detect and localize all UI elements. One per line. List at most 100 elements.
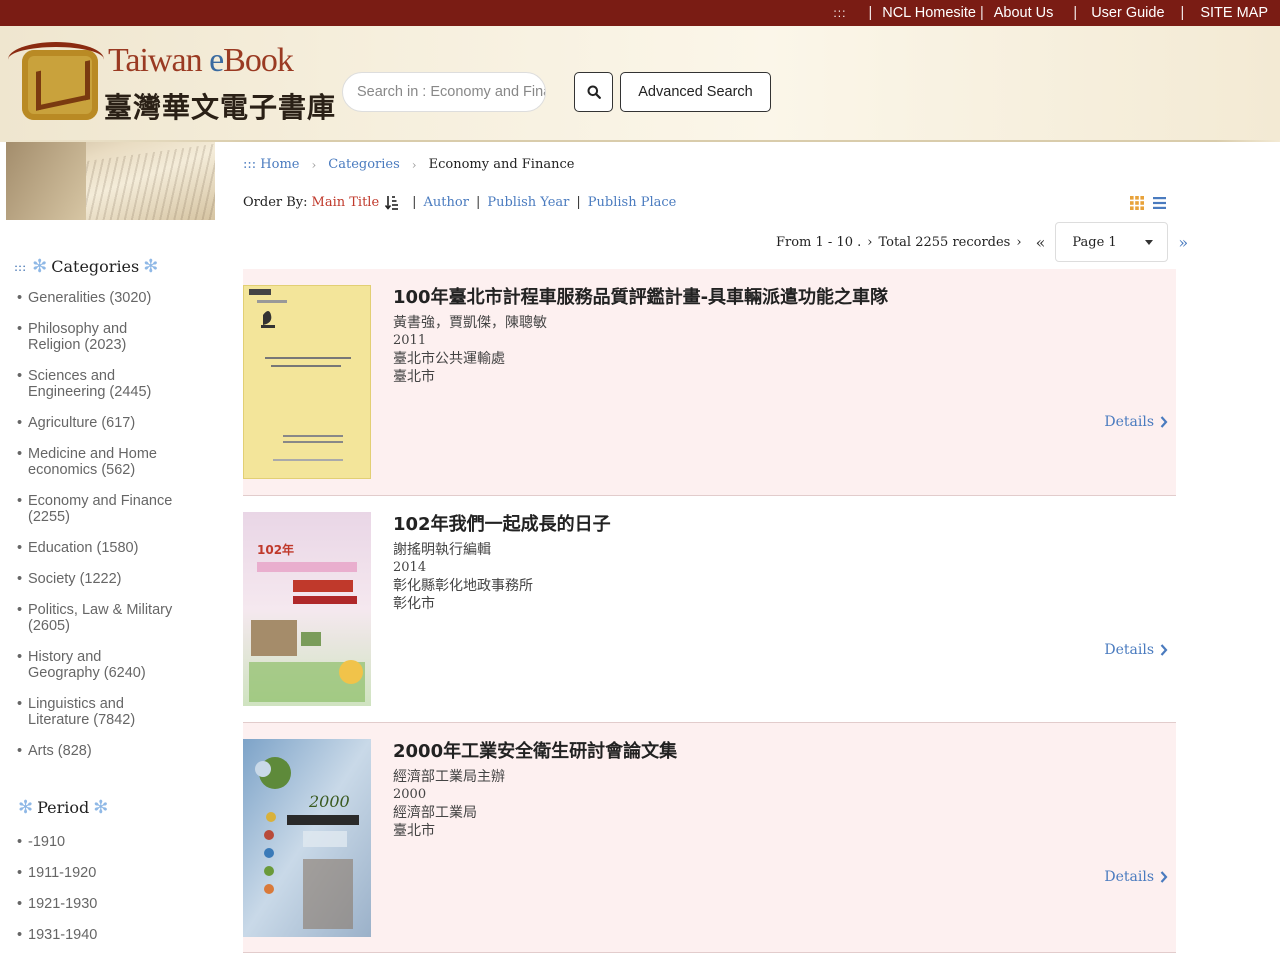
result-publisher: 臺北市公共運輸處 <box>393 351 505 367</box>
bullet-icon: • <box>17 493 23 509</box>
details-link[interactable]: Details <box>1104 642 1168 658</box>
list-view-icon[interactable] <box>1153 196 1166 210</box>
separator: | <box>475 195 481 210</box>
period-heading: ✻ Period ✻ <box>14 797 112 818</box>
period-title: Period <box>37 798 90 817</box>
bullet-icon: • <box>17 743 23 759</box>
result-title[interactable]: 2000年工業安全衛生研討會論文集 <box>393 737 677 763</box>
book-cover-image[interactable]: 102年 <box>243 512 371 706</box>
details-link[interactable]: Details <box>1104 414 1168 430</box>
result-author: 經濟部工業局主辦 <box>393 769 505 785</box>
result-item: 2000 2000年工業安全衛生研討會論文集 經濟部工業局主辦 2000 經濟部… <box>243 723 1176 953</box>
breadcrumb-categories[interactable]: Categories <box>328 157 400 172</box>
sort-main-title[interactable]: Main Title <box>312 195 380 210</box>
category-item[interactable]: • History and Geography (6240) <box>17 649 217 681</box>
snowflake-icon: ✻ <box>18 797 34 818</box>
period-item[interactable]: • 1931-1940 <box>17 927 217 943</box>
bullet-icon: • <box>17 696 23 712</box>
result-place: 臺北市 <box>393 369 435 385</box>
period-item[interactable]: • 1911-1920 <box>17 865 217 881</box>
svg-text:102年: 102年 <box>257 542 294 557</box>
categories-heading: ::: ✻ Categories ✻ <box>14 256 162 277</box>
chevron-right-icon <box>1160 416 1168 428</box>
book-cover-image[interactable] <box>242 284 372 480</box>
double-chevron-left-icon[interactable]: « <box>1036 233 1046 252</box>
bullet-icon: • <box>17 927 23 943</box>
category-item[interactable]: • Education (1580) <box>17 540 217 556</box>
result-author: 黃書強，賈凱傑，陳聰敏 <box>393 315 547 331</box>
sort-publish-year[interactable]: Publish Year <box>487 195 569 210</box>
book-cover-image[interactable]: 2000 <box>243 739 371 937</box>
breadcrumb-home[interactable]: ::: Home <box>243 157 299 172</box>
chevron-right-icon: › <box>411 157 417 172</box>
result-year: 2014 <box>393 560 427 575</box>
user-guide-link[interactable]: User Guide <box>1091 5 1164 21</box>
result-year: 2000 <box>393 787 427 802</box>
bullet-icon: • <box>17 649 23 665</box>
view-toggle <box>1130 196 1166 210</box>
breadcrumb: ::: Home › Categories › Economy and Fina… <box>243 157 574 172</box>
sort-ascending-icon[interactable] <box>385 195 399 210</box>
category-item[interactable]: • Agriculture (617) <box>17 415 217 431</box>
result-place: 臺北市 <box>393 823 435 839</box>
bullet-icon: • <box>17 571 23 587</box>
svg-text:2000: 2000 <box>308 792 350 811</box>
site-map-link[interactable]: SITE MAP <box>1200 5 1268 21</box>
category-item[interactable]: • Politics, Law & Military (2605) <box>17 602 217 634</box>
advanced-search-button[interactable]: Advanced Search <box>620 72 771 112</box>
category-item[interactable]: • Arts (828) <box>17 743 217 759</box>
ncl-homesite-link[interactable]: NCL Homesite <box>882 5 976 21</box>
result-meta: 謝搖明執行編輯 2014 彰化縣彰化地政事務所 彰化市 <box>393 541 533 613</box>
result-meta: 黃書強，賈凱傑，陳聰敏 2011 臺北市公共運輸處 臺北市 <box>393 314 547 386</box>
bullet-icon: • <box>17 415 23 431</box>
chevron-right-icon: › <box>311 157 317 172</box>
search-input[interactable]: Search in : Economy and Finance <box>342 72 546 112</box>
search-button[interactable] <box>574 72 613 112</box>
bullet-icon: • <box>17 446 23 462</box>
snowflake-icon: ✻ <box>32 256 48 277</box>
result-title[interactable]: 102年我們一起成長的日子 <box>393 510 611 536</box>
sort-publish-place[interactable]: Publish Place <box>588 195 677 210</box>
sort-author[interactable]: Author <box>424 195 469 210</box>
separator: | <box>868 5 873 21</box>
double-chevron-right-icon[interactable]: » <box>1178 233 1188 252</box>
about-us-link[interactable]: About Us <box>994 5 1054 21</box>
period-item[interactable]: • -1910 <box>17 834 217 850</box>
order-by-label: Order By: <box>243 195 308 210</box>
record-total: Total 2255 recordes <box>878 234 1011 250</box>
accesskey-link[interactable]: ::: <box>833 6 846 20</box>
category-item[interactable]: • Society (1222) <box>17 571 217 587</box>
separator: | <box>412 195 417 210</box>
bullet-icon: • <box>17 896 23 912</box>
category-item[interactable]: • Economy and Finance (2255) <box>17 493 217 525</box>
separator: | <box>576 195 581 210</box>
result-meta: 經濟部工業局主辦 2000 經濟部工業局 臺北市 <box>393 768 505 840</box>
pagination: From 1 - 10 . › Total 2255 recordes › « … <box>776 222 1188 262</box>
result-author: 謝搖明執行編輯 <box>393 542 491 558</box>
category-list: • Generalities (3020) • Philosophy and Rel… <box>17 290 217 774</box>
category-item[interactable]: • Medicine and Home economics (562) <box>17 446 217 478</box>
sidebar-banner-image <box>6 142 215 220</box>
category-item[interactable]: • Linguistics and Literature (7842) <box>17 696 217 728</box>
order-by-bar: Order By: Main Title | Author | Publish … <box>243 195 676 210</box>
site-logo[interactable]: Taiwan eBook 臺灣華文電子書庫 <box>8 36 335 128</box>
details-link[interactable]: Details <box>1104 869 1168 885</box>
chevron-right-icon <box>1160 644 1168 656</box>
category-item[interactable]: • Generalities (3020) <box>17 290 217 306</box>
categories-dots: ::: <box>14 259 27 274</box>
site-header: Taiwan eBook 臺灣華文電子書庫 Search in : Econom… <box>0 26 1280 142</box>
category-item[interactable]: • Sciences and Engineering (2445) <box>17 368 217 400</box>
caret-down-icon <box>1145 239 1154 245</box>
page-select-value: Page 1 <box>1072 234 1117 250</box>
result-title[interactable]: 100年臺北市計程車服務品質評鑑計畫-具車輛派遣功能之車隊 <box>393 283 888 309</box>
chevron-right-icon: › <box>1016 234 1022 250</box>
category-item[interactable]: • Philosophy and Religion (2023) <box>17 321 217 353</box>
top-nav-bar: ::: | NCL Homesite | About Us | User Gui… <box>0 0 1280 26</box>
period-list: • -1910 • 1911-1920 • 1921-1930 • 1931-1940 <box>17 834 217 958</box>
page-select[interactable]: Page 1 <box>1055 222 1169 262</box>
categories-title: Categories <box>51 257 140 276</box>
separator: | <box>1180 5 1185 21</box>
grid-view-icon[interactable] <box>1130 196 1144 210</box>
book-logo-icon <box>8 42 104 120</box>
period-item[interactable]: • 1921-1930 <box>17 896 217 912</box>
